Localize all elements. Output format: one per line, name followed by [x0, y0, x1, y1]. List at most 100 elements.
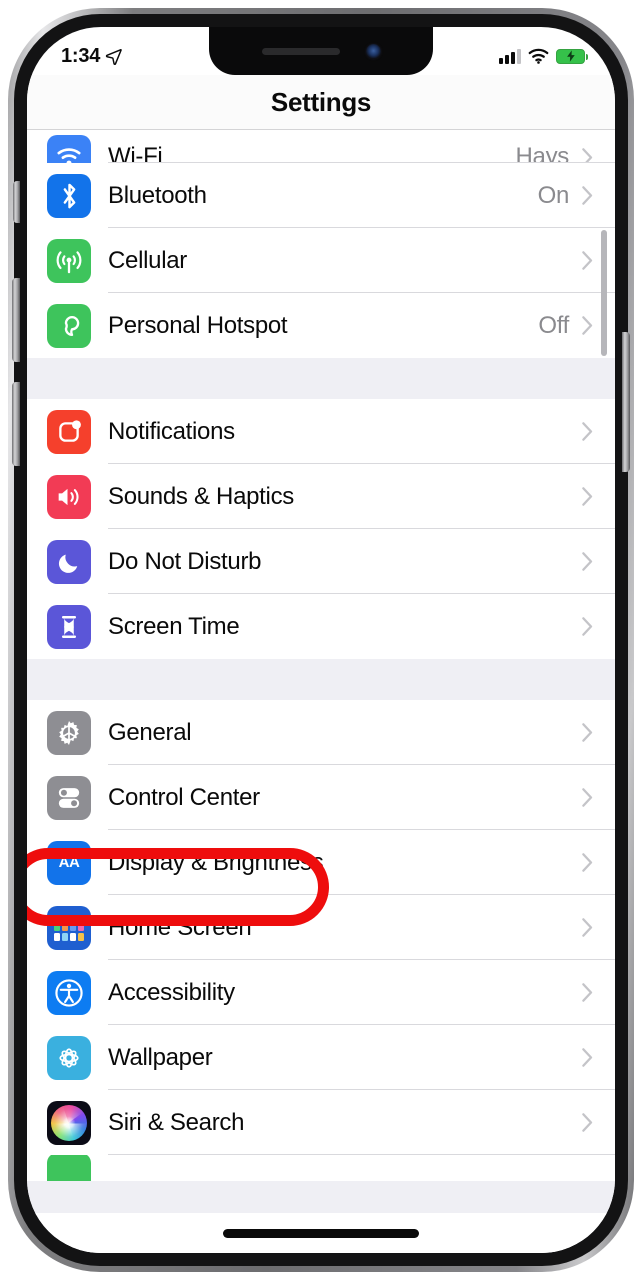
phone-frame: 1:34 Settings Wi-Fi Hays Bluetooth On Ce… [8, 8, 634, 1272]
location-arrow-icon [106, 48, 123, 65]
settings-row-label: Screen Time [108, 612, 240, 640]
bluetooth-icon [47, 173, 91, 218]
settings-row-label: Cellular [108, 246, 187, 274]
settings-row-accessory [569, 1113, 593, 1132]
settings-row-label: General [108, 718, 192, 746]
chevron-right-icon [582, 918, 593, 937]
sounds-icon [47, 474, 91, 519]
home-screen-icon [47, 905, 91, 950]
settings-row-do-not-disturb[interactable]: Do Not Disturb [27, 529, 615, 594]
settings-row-partial-next[interactable] [27, 1155, 615, 1181]
settings-row-accessory [569, 983, 593, 1002]
settings-row-home-screen[interactable]: Home Screen [27, 895, 615, 960]
settings-row-accessory [569, 723, 593, 742]
settings-row-control-center[interactable]: Control Center [27, 765, 615, 830]
home-screen-grid [54, 914, 84, 941]
settings-row-notifications[interactable]: Notifications [27, 399, 615, 464]
settings-row-personal-hotspot[interactable]: Personal Hotspot Off [27, 293, 615, 358]
volume-up-button[interactable] [12, 278, 20, 362]
chevron-right-icon [582, 186, 593, 205]
silence-switch-button[interactable] [13, 181, 20, 223]
earpiece-speaker-icon [261, 47, 340, 55]
notifications-icon [47, 409, 91, 454]
phone-body: 1:34 Settings Wi-Fi Hays Bluetooth On Ce… [12, 14, 630, 1266]
settings-row-accessory [569, 251, 593, 270]
display-aa-icon: AA [47, 840, 91, 885]
accessibility-icon [47, 970, 91, 1015]
chevron-right-icon [582, 251, 593, 270]
settings-row-label: Personal Hotspot [108, 311, 288, 339]
home-indicator[interactable] [223, 1229, 419, 1238]
settings-group-system: General Control Center AA Display & Brig… [27, 700, 615, 1181]
group-separator [27, 358, 615, 399]
chevron-right-icon [582, 487, 593, 506]
chevron-right-icon [582, 853, 593, 872]
settings-row-general[interactable]: General [27, 700, 615, 765]
settings-row-accessory [569, 853, 593, 872]
volume-down-button[interactable] [12, 382, 20, 466]
settings-row-accessory: On [538, 182, 593, 210]
settings-row-label: Accessibility [108, 978, 235, 1006]
settings-row-label: Wallpaper [108, 1043, 213, 1071]
settings-row-label: Sounds & Haptics [108, 482, 294, 510]
cellular-icon [47, 238, 91, 283]
settings-row-value: On [537, 181, 570, 209]
status-bar-left: 1:34 [61, 44, 123, 68]
cellular-signal-icon [499, 48, 521, 64]
settings-list[interactable]: Wi-Fi Hays Bluetooth On Cellular Persona… [27, 130, 615, 1253]
settings-row-bluetooth[interactable]: Bluetooth On [27, 163, 615, 228]
power-button[interactable] [622, 332, 630, 472]
settings-row-label: Notifications [108, 417, 235, 445]
chevron-right-icon [582, 723, 593, 742]
chevron-right-icon [582, 422, 593, 441]
display-aa-label: AA [58, 854, 80, 871]
faceid-icon [47, 1155, 91, 1181]
battery-charging-icon [556, 48, 589, 64]
chevron-right-icon [582, 1048, 593, 1067]
control-center-icon [47, 775, 91, 820]
settings-row-sounds-haptics[interactable]: Sounds & Haptics [27, 464, 615, 529]
settings-row-accessory [569, 918, 593, 937]
chevron-right-icon [582, 788, 593, 807]
chevron-right-icon [582, 316, 593, 335]
front-camera-icon [365, 43, 381, 59]
siri-orb [51, 1104, 87, 1141]
settings-row-wifi[interactable]: Wi-Fi Hays [27, 130, 615, 179]
settings-row-label: Home Screen [108, 913, 252, 941]
settings-row-label: Bluetooth [108, 181, 207, 209]
settings-group-connectivity: Wi-Fi Hays Bluetooth On Cellular Persona… [27, 130, 615, 358]
status-time: 1:34 [61, 44, 101, 67]
settings-row-display-brightness[interactable]: AA Display & Brightness [27, 830, 615, 895]
notch [209, 27, 433, 75]
settings-row-label: Do Not Disturb [108, 547, 262, 575]
hotspot-icon [47, 303, 91, 348]
navigation-bar: Settings [27, 75, 615, 130]
group-separator [27, 659, 615, 700]
settings-row-accessory [569, 1048, 593, 1067]
settings-row-label: Siri & Search [108, 1108, 245, 1136]
chevron-right-icon [582, 617, 593, 636]
status-bar-right [499, 48, 589, 64]
settings-row-accessory [569, 552, 593, 571]
nav-hairline [27, 129, 615, 130]
phone-screen: 1:34 Settings Wi-Fi Hays Bluetooth On Ce… [27, 27, 615, 1253]
wallpaper-icon [47, 1035, 91, 1080]
settings-row-label: Control Center [108, 783, 260, 811]
settings-row-wallpaper[interactable]: Wallpaper [27, 1025, 615, 1090]
chevron-right-icon [582, 983, 593, 1002]
settings-row-value: Off [538, 311, 569, 339]
settings-row-siri-search[interactable]: Siri & Search [27, 1090, 615, 1155]
settings-row-accessory [569, 617, 593, 636]
moon-icon [47, 539, 91, 584]
settings-row-accessibility[interactable]: Accessibility [27, 960, 615, 1025]
settings-row-accessory [569, 788, 593, 807]
hourglass-icon [47, 604, 91, 649]
gear-icon [47, 710, 91, 755]
settings-row-cellular[interactable]: Cellular [27, 228, 615, 293]
settings-row-accessory [569, 422, 593, 441]
scrollbar-thumb[interactable] [601, 230, 607, 356]
settings-row-screen-time[interactable]: Screen Time [27, 594, 615, 659]
wifi-icon [528, 48, 549, 64]
settings-row-label: Display & Brightness [108, 848, 324, 876]
settings-group-alerts: Notifications Sounds & Haptics Do Not Di… [27, 399, 615, 659]
